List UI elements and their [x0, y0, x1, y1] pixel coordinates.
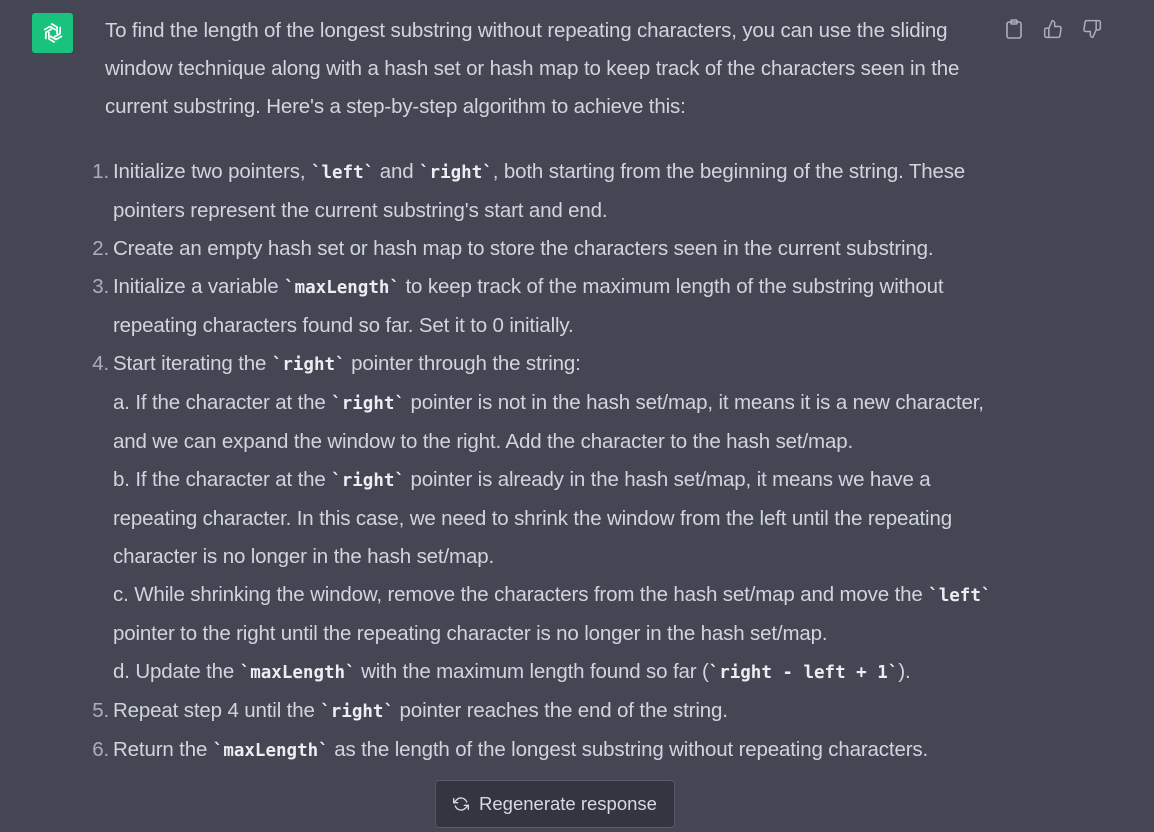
step-number: 5.	[92, 699, 109, 722]
step-item: 2. Create an empty hash set or hash map t…	[92, 230, 1005, 268]
step-text: and	[374, 160, 420, 183]
step-text: Return the	[113, 738, 213, 761]
assistant-avatar	[32, 13, 73, 53]
step-text: b. If the character at the	[113, 468, 332, 491]
step-number: 2.	[92, 237, 109, 260]
step-text: d. Update the	[113, 660, 240, 683]
inline-code: `left`	[310, 163, 375, 183]
message-actions	[1000, 16, 1106, 42]
step-text: pointer to the right until the repeating…	[113, 622, 828, 645]
inline-code: `right - left + 1`	[708, 663, 899, 683]
step-text: as the length of the longest substring w…	[328, 738, 929, 761]
clipboard-icon	[1006, 19, 1022, 39]
dislike-button[interactable]	[1078, 16, 1106, 42]
step-item: 5. Repeat step 4 until the `right` pointe…	[92, 692, 1005, 731]
step-text: pointer reaches the end of the string.	[394, 699, 728, 722]
step-text: Initialize a variable	[113, 275, 285, 298]
step-text: a. If the character at the	[113, 391, 332, 414]
step-text: with the maximum length found so far (	[355, 660, 709, 683]
inline-code: `right`	[320, 702, 395, 722]
inline-code: `right`	[419, 163, 493, 183]
step-number: 4.	[92, 352, 109, 375]
refresh-icon	[453, 797, 470, 811]
inline-code: `maxLength`	[212, 741, 329, 761]
step-number: 6.	[92, 738, 109, 761]
message-intro: To find the length of the longest substr…	[105, 19, 960, 118]
inline-code: `left`	[928, 586, 992, 606]
step-text: c. While shrinking the window, remove th…	[113, 583, 929, 606]
step-item: 4. Start iterating the `right` pointer th…	[92, 345, 1005, 692]
like-button[interactable]	[1039, 16, 1067, 42]
step-text: Initialize two pointers,	[113, 160, 311, 183]
step-text: Repeat step 4 until the	[113, 699, 321, 722]
step-text: Create an empty hash set or hash map to …	[113, 237, 934, 260]
thumbs-up-icon	[1043, 19, 1062, 39]
steps-list: 1. Initialize two pointers, `left` and `r…	[92, 153, 1005, 770]
inline-code: `maxLength`	[239, 663, 356, 683]
step-item: 6. Return the `maxLength` as the length o…	[92, 731, 1005, 770]
step-item: 3. Initialize a variable `maxLength` to k…	[92, 268, 1005, 345]
step-item: 1. Initialize two pointers, `left` and `r…	[92, 153, 1005, 230]
regenerate-label: Regenerate response	[479, 793, 657, 814]
step-text: Start iterating the	[113, 352, 272, 375]
inline-code: `maxLength`	[284, 278, 400, 298]
step-number: 3.	[92, 275, 109, 298]
step-text: ).	[898, 660, 911, 683]
inline-code: `right`	[331, 394, 405, 414]
step-text: pointer through the string:	[345, 352, 581, 375]
assistant-message: To find the length of the longest substr…	[92, 12, 1005, 770]
openai-logo-icon	[43, 22, 62, 44]
inline-code: `right`	[331, 471, 405, 491]
thumbs-down-icon	[1083, 19, 1102, 39]
step-number: 1.	[92, 160, 109, 183]
inline-code: `right`	[271, 355, 346, 375]
regenerate-response-button[interactable]: Regenerate response	[435, 780, 675, 828]
